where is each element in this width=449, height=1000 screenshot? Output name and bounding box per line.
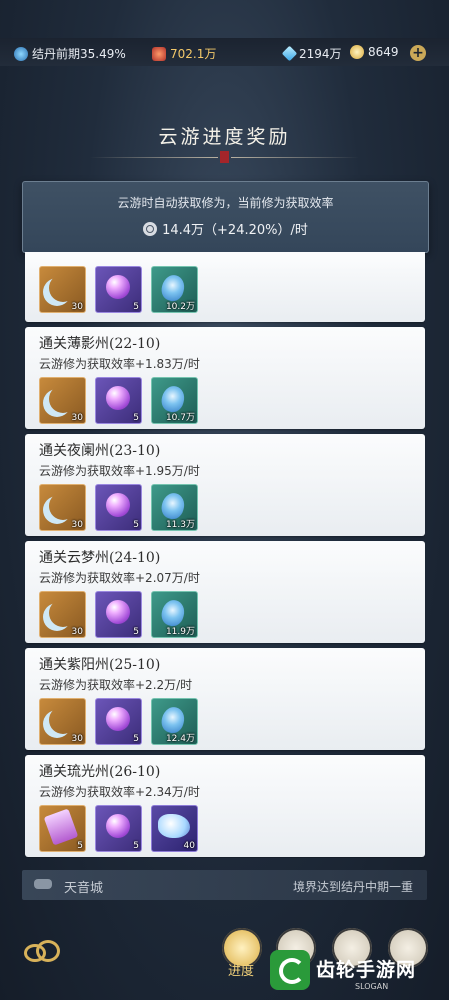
reward-item[interactable]: 5: [95, 698, 142, 745]
item-count: 5: [133, 520, 139, 530]
card-effect: 云游修为获取效率+1.95万/时: [39, 464, 200, 478]
summary-panel: 云游时自动获取修为，当前修为获取效率 14.4万（+24.20%）/时: [22, 181, 429, 253]
reward-card: 30 5 10.2万: [25, 252, 425, 322]
card-title: 通关琉光州(26-10): [39, 764, 161, 780]
realm-icon: [14, 46, 28, 61]
reward-item[interactable]: 30: [39, 698, 86, 745]
card-effect: 云游修为获取效率+2.07万/时: [39, 571, 200, 585]
progress-tab-label: 进度: [228, 964, 255, 979]
reward-item[interactable]: 12.4万: [151, 698, 198, 745]
reward-item[interactable]: 30: [39, 484, 86, 531]
reward-item[interactable]: 5: [95, 591, 142, 638]
item-count: 30: [71, 627, 83, 637]
add-currency-button[interactable]: +: [410, 45, 426, 61]
reward-item[interactable]: 5: [39, 805, 86, 852]
item-count: 10.2万: [165, 302, 195, 312]
crescent-icon: [49, 492, 77, 520]
reward-card: 通关薄影州(22-10) 云游修为获取效率+1.83万/时 30 5 10.7万: [25, 327, 425, 429]
reward-item[interactable]: 10.7万: [151, 377, 198, 424]
item-count: 30: [71, 734, 83, 744]
coin-icon: [350, 45, 364, 59]
reward-card: 通关紫阳州(25-10) 云游修为获取效率+2.2万/时 30 5 12.4万: [25, 648, 425, 750]
item-count: 30: [71, 413, 83, 423]
battle-power: 702.1万: [152, 45, 216, 62]
reward-card: 通关夜阑州(23-10) 云游修为获取效率+1.95万/时 30 5 11.3万: [25, 434, 425, 536]
reward-card: 通关琉光州(26-10) 云游修为获取效率+2.34万/时 5 5 40: [25, 755, 425, 857]
purple-orb-icon: [106, 600, 130, 624]
spirit-beast-icon: [158, 814, 190, 838]
seal-icon: [220, 151, 229, 163]
item-count: 5: [133, 841, 139, 851]
reward-item[interactable]: 5: [95, 484, 142, 531]
page-title: 云游进度奖励: [158, 126, 291, 148]
next-city-name: 天音城: [64, 881, 104, 896]
item-count: 5: [133, 413, 139, 423]
watermark-text: 齿轮手游网: [316, 959, 417, 981]
item-count: 5: [133, 302, 139, 312]
watermark-logo-icon: [270, 950, 310, 990]
card-title: 通关薄影州(22-10): [39, 336, 161, 352]
battle-icon: [152, 46, 166, 61]
reward-item[interactable]: 11.9万: [151, 591, 198, 638]
purple-orb-icon: [106, 275, 130, 299]
reward-item[interactable]: 5: [95, 377, 142, 424]
reward-item[interactable]: 10.2万: [151, 266, 198, 313]
card-effect: 云游修为获取效率+2.2万/时: [39, 678, 193, 692]
battle-power-text: 702.1万: [170, 47, 217, 61]
reward-card: 通关云梦州(24-10) 云游修为获取效率+2.07万/时 30 5 11.9万: [25, 541, 425, 643]
reward-item[interactable]: 40: [151, 805, 198, 852]
purple-orb-icon: [106, 493, 130, 517]
crescent-icon: [49, 599, 77, 627]
magnifier-icon: [143, 222, 158, 236]
coin-amount: 8649: [368, 45, 399, 59]
gem-amount: 2194万: [299, 47, 342, 61]
item-count: 5: [133, 734, 139, 744]
reward-item[interactable]: 5: [95, 266, 142, 313]
card-title: 通关紫阳州(25-10): [39, 657, 161, 673]
reward-item[interactable]: 5: [95, 805, 142, 852]
reward-item[interactable]: 30: [39, 591, 86, 638]
item-count: 40: [183, 841, 195, 851]
purple-orb-icon: [106, 814, 130, 838]
resource-bar: 结丹前期35.49% 702.1万 2194万 8649: [0, 38, 449, 66]
gem-icon: [281, 45, 298, 62]
reward-item[interactable]: 30: [39, 266, 86, 313]
next-requirement: 境界达到结丹中期一重: [292, 880, 413, 894]
item-count: 12.4万: [165, 734, 195, 744]
cloud-icon-part: [36, 940, 60, 962]
current-rate: 14.4万（+24.20%）/时: [23, 219, 428, 238]
gem-currency: 2194万: [281, 45, 342, 62]
current-rate-text: 14.4万（+24.20%）/时: [162, 223, 308, 238]
cloud-menu-button[interactable]: [20, 938, 60, 966]
card-effect: 云游修为获取效率+2.34万/时: [39, 785, 200, 799]
summary-description: 云游时自动获取修为，当前修为获取效率: [117, 196, 334, 210]
reward-list[interactable]: 30 5 10.2万 通关薄影州(22-10) 云游修为获取效率+1.83万/时…: [25, 252, 425, 858]
reward-item[interactable]: 11.3万: [151, 484, 198, 531]
item-count: 5: [77, 841, 83, 851]
card-effect: 云游修为获取效率+1.83万/时: [39, 357, 200, 371]
item-count: 11.9万: [165, 627, 195, 637]
purple-orb-icon: [106, 707, 130, 731]
watermark-sub: SLOGAN: [355, 982, 389, 991]
lock-icon: [34, 879, 52, 889]
title-divider-left: [90, 157, 218, 158]
item-count: 10.7万: [165, 413, 195, 423]
realm-progress-text: 结丹前期35.49%: [32, 47, 126, 61]
item-count: 30: [71, 520, 83, 530]
crescent-icon: [49, 706, 77, 734]
item-count: 5: [133, 627, 139, 637]
realm-progress: 结丹前期35.49%: [14, 45, 126, 62]
item-count: 30: [71, 302, 83, 312]
talisman-icon: [43, 808, 79, 846]
card-title: 通关云梦州(24-10): [39, 550, 161, 566]
item-count: 11.3万: [165, 520, 195, 530]
crescent-icon: [49, 385, 77, 413]
coin-currency: 8649: [350, 45, 399, 59]
card-title: 通关夜阑州(23-10): [39, 443, 161, 459]
title-divider-right: [231, 157, 359, 158]
reward-item[interactable]: 30: [39, 377, 86, 424]
crescent-icon: [49, 274, 77, 302]
next-unlock-bar: 天音城 境界达到结丹中期一重: [22, 870, 427, 900]
purple-orb-icon: [106, 386, 130, 410]
